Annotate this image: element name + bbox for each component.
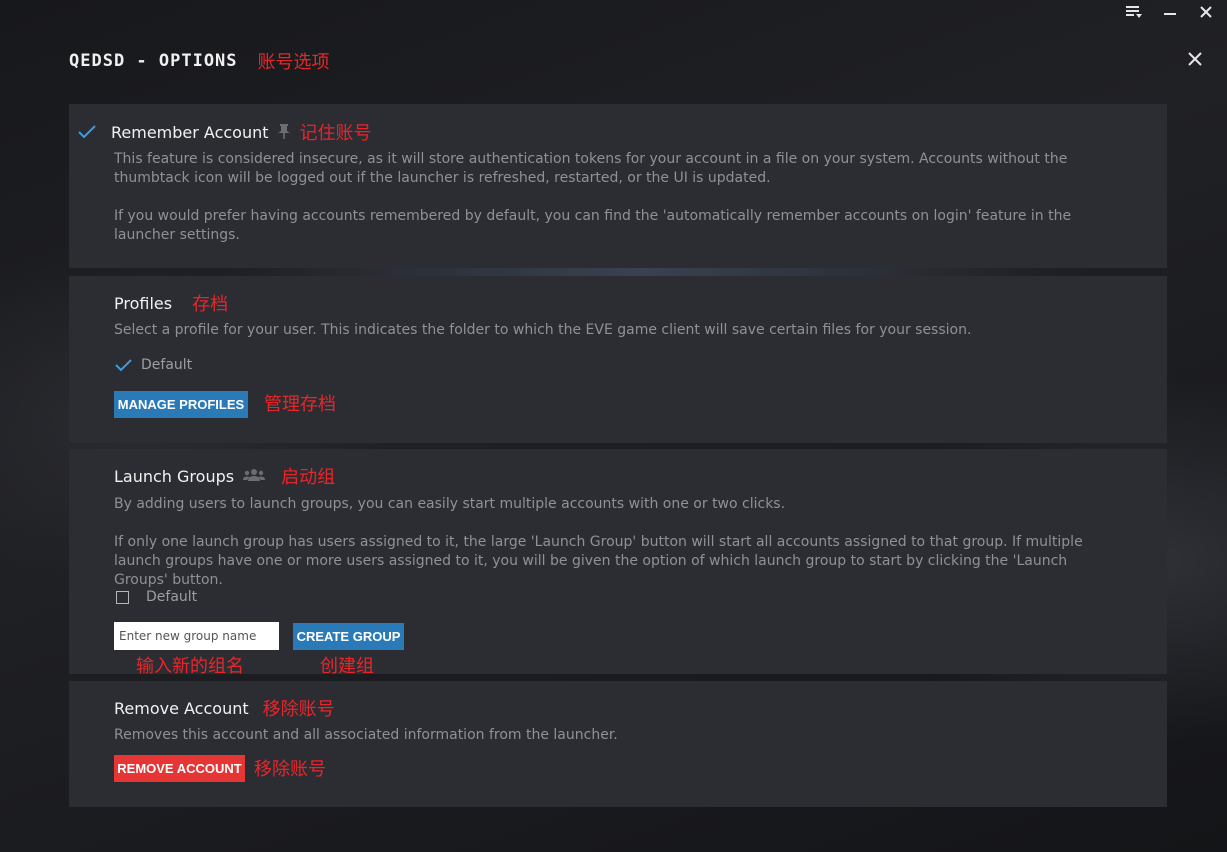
remember-account-desc-1: This feature is considered insecure, as … xyxy=(114,151,1068,186)
dialog-close-icon[interactable] xyxy=(1184,48,1206,70)
create-group-annotation: 创建组 xyxy=(320,656,374,677)
profiles-annotation: 存档 xyxy=(192,294,229,315)
create-group-button[interactable]: CREATE GROUP xyxy=(293,623,404,650)
manage-profiles-button[interactable]: MANAGE PROFILES xyxy=(114,391,248,418)
remember-check-icon[interactable] xyxy=(77,122,99,142)
dialog-header: QEDSD - OPTIONS 账号选项 xyxy=(69,48,330,74)
remove-account-header: Remove Account 移除账号 xyxy=(114,695,335,721)
launch-groups-desc-1: By adding users to launch groups, you ca… xyxy=(114,496,786,512)
profiles-header: Profiles 存档 xyxy=(114,290,228,316)
profile-option-label: Default xyxy=(141,357,193,373)
launch-groups-label: Launch Groups xyxy=(114,466,235,486)
profiles-panel: Profiles 存档 Select a profile for your us… xyxy=(69,276,1167,443)
remove-account-panel: Remove Account 移除账号 Removes this account… xyxy=(69,681,1167,807)
close-icon[interactable] xyxy=(1195,2,1217,22)
manage-profiles-annotation: 管理存档 xyxy=(264,394,336,415)
window-controls xyxy=(1123,2,1217,22)
remember-account-desc-2: If you would prefer having accounts reme… xyxy=(114,208,1072,243)
launch-groups-header: Launch Groups 启动组 xyxy=(114,463,335,489)
dialog-title: QEDSD - OPTIONS xyxy=(69,51,238,71)
remember-account-label: Remember Account xyxy=(111,122,269,142)
profiles-desc: Select a profile for your user. This ind… xyxy=(114,322,972,338)
remember-account-panel: Remember Account 记住账号 This feature is co… xyxy=(69,104,1167,268)
profile-check-icon xyxy=(114,358,132,373)
launch-groups-panel: Launch Groups 启动组 By adding users to lau… xyxy=(69,449,1167,677)
launch-group-checkbox[interactable] xyxy=(116,590,129,604)
launch-group-option-label: Default xyxy=(146,589,198,605)
remember-account-annotation: 记住账号 xyxy=(299,123,372,144)
profiles-label: Profiles xyxy=(114,293,173,313)
minimize-icon[interactable] xyxy=(1159,2,1181,22)
users-group-icon xyxy=(243,468,266,484)
remember-account-header: Remember Account 记住账号 xyxy=(77,119,372,145)
thumbtack-icon xyxy=(277,124,290,140)
menu-icon[interactable] xyxy=(1123,2,1145,22)
launch-groups-annotation: 启动组 xyxy=(281,467,336,488)
launch-groups-desc-2: If only one launch group has users assig… xyxy=(114,534,1083,588)
title-annotation: 账号选项 xyxy=(257,52,330,73)
new-group-name-annotation: 输入新的组名 xyxy=(136,656,244,677)
remove-account-button[interactable]: REMOVE ACCOUNT xyxy=(114,755,245,782)
remove-account-desc: Removes this account and all associated … xyxy=(114,727,618,743)
remove-account-button-annotation: 移除账号 xyxy=(254,759,326,780)
remove-account-label: Remove Account xyxy=(114,698,249,718)
remove-account-annotation: 移除账号 xyxy=(262,699,335,720)
profile-option-default[interactable]: Default xyxy=(114,357,192,373)
launch-group-option-default[interactable]: Default xyxy=(116,589,197,605)
new-group-name-input[interactable] xyxy=(114,622,279,650)
